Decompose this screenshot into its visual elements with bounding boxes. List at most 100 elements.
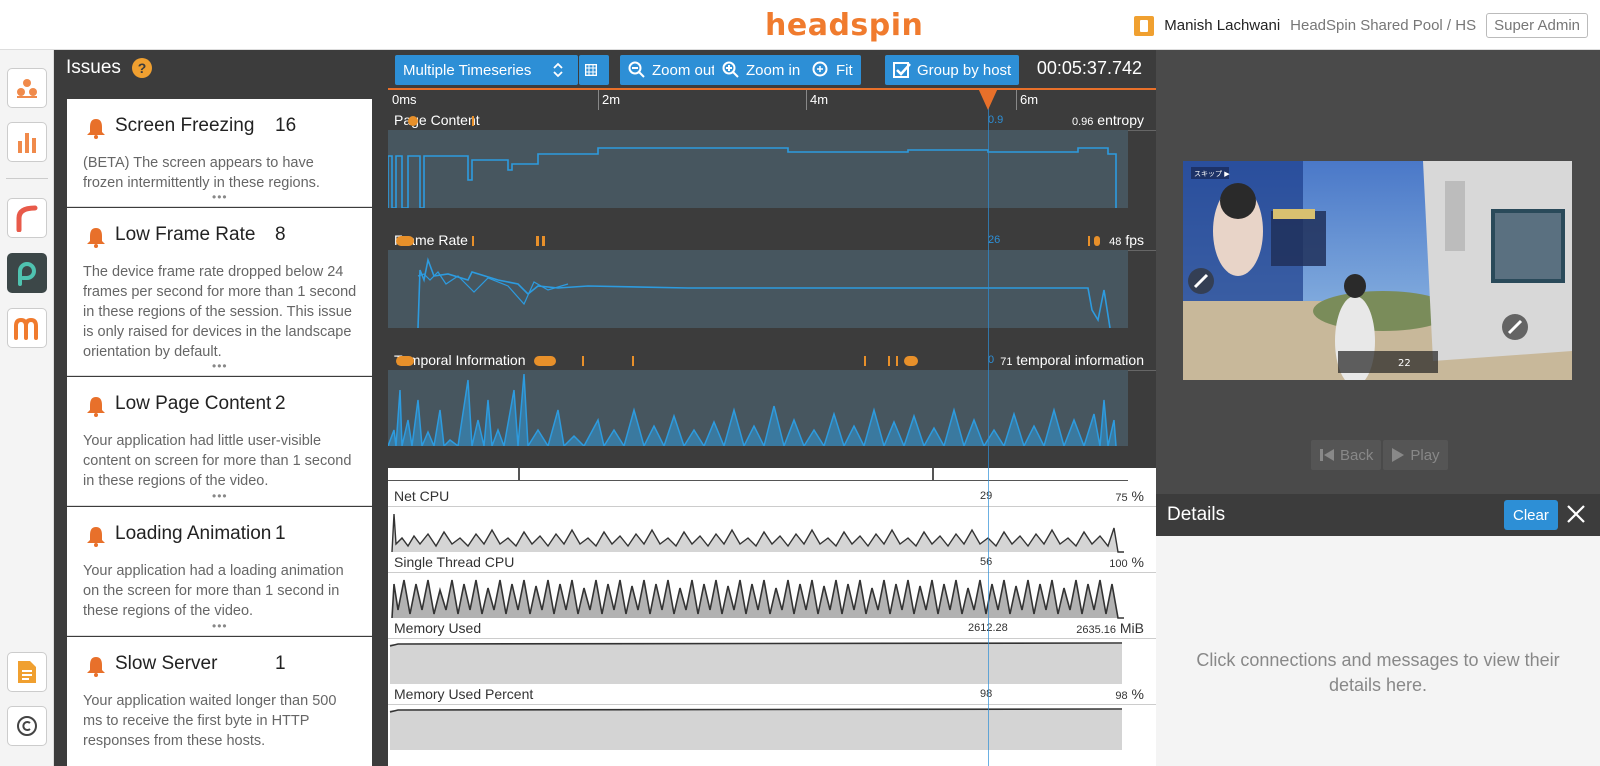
splitter-line <box>388 480 1128 481</box>
temporal-information-track[interactable]: Temporal Information 0 71 temporal infor… <box>388 350 1156 468</box>
user-name[interactable]: Manish Lachwani <box>1164 17 1280 34</box>
track-unit: MiB <box>1119 620 1144 636</box>
fit-button[interactable]: Fit <box>804 55 861 85</box>
timeseries-select-label: Multiple Timeseries <box>403 61 532 79</box>
issues-title: Issues <box>66 57 121 78</box>
temporal-information-series[interactable] <box>388 370 1156 446</box>
issue-card[interactable]: Low Frame Rate 8 The device frame rate d… <box>67 208 372 376</box>
issue-count: 16 <box>275 115 297 136</box>
details-body: Click connections and messages to view t… <box>1156 536 1600 766</box>
help-icon[interactable]: ? <box>132 58 152 78</box>
timeline-splitter[interactable] <box>388 468 1156 484</box>
issue-card[interactable]: Slow Server 1 Your application waited lo… <box>67 637 372 766</box>
zoom-out-label: Zoom out <box>652 61 716 79</box>
track-unit: fps <box>1125 232 1144 248</box>
zoom-out-button[interactable]: Zoom out <box>620 55 724 85</box>
bell-icon <box>87 397 105 417</box>
group-by-host-label: Group by host <box>917 61 1012 79</box>
tick-line <box>598 90 599 110</box>
track-cursor-value: 0.9 <box>988 114 1004 126</box>
track-cursor-value: 29 <box>980 490 993 502</box>
track-label: Memory Used Percent <box>394 686 534 702</box>
apps-icon[interactable] <box>7 68 47 108</box>
close-icon[interactable] <box>1564 502 1588 526</box>
issue-card[interactable]: Screen Freezing 16 (BETA) The screen app… <box>67 99 372 207</box>
top-bar: headspin Manish Lachwani HeadSpin Shared… <box>0 0 1600 50</box>
copyright-icon[interactable] <box>7 706 47 746</box>
m-icon[interactable] <box>7 308 47 348</box>
user-avatar-icon[interactable] <box>1134 15 1155 36</box>
back-button[interactable]: Back <box>1311 440 1382 470</box>
timeline-cursor-handle[interactable] <box>978 88 998 110</box>
checkbox-checked-icon <box>893 62 911 78</box>
play-icon <box>1392 448 1405 462</box>
timeline-cursor-line[interactable] <box>988 88 989 766</box>
more-icon[interactable]: ••• <box>212 190 228 204</box>
group-by-host-toggle[interactable]: Group by host <box>885 55 1020 85</box>
waterfall-icon[interactable] <box>7 198 47 238</box>
memory-used-percent-track[interactable]: Memory Used Percent 98 98 % <box>388 686 1156 752</box>
page-content-track[interactable]: Page Content 0.9 0.96 entropy <box>388 110 1156 230</box>
issue-description: The device frame rate dropped below 24 f… <box>83 264 357 360</box>
issue-card[interactable]: Loading Animation 1 Your application had… <box>67 507 372 636</box>
details-empty-message: Click connections and messages to view t… <box>1196 650 1560 695</box>
track-max-value: 0.96 <box>1071 116 1094 128</box>
track-max-value: 100 <box>1109 558 1128 570</box>
user-area: Manish Lachwani HeadSpin Shared Pool / H… <box>1134 13 1588 38</box>
issue-markers <box>396 356 918 366</box>
frame-rate-track[interactable]: Frame Rate 26 48 fps <box>388 230 1156 350</box>
timeseries-select[interactable]: Multiple Timeseries <box>395 55 578 85</box>
memory-used-track[interactable]: Memory Used 2612.28 2635.16 MiB <box>388 620 1156 686</box>
single-thread-cpu-series <box>390 574 1124 620</box>
grid-view-button[interactable] <box>579 55 609 85</box>
page-content-series <box>388 130 1128 208</box>
details-title: Details <box>1167 504 1226 525</box>
grid-icon <box>585 64 597 76</box>
track-unit: % <box>1131 554 1144 570</box>
clear-button[interactable]: Clear <box>1504 500 1558 530</box>
zoom-in-label: Zoom in <box>746 61 801 79</box>
analytics-icon[interactable] <box>7 122 47 162</box>
issues-list: Screen Freezing 16 (BETA) The screen app… <box>54 88 388 766</box>
issue-title: Low Page Content <box>115 393 272 414</box>
time-ruler[interactable]: 0ms 2m 4m 6m <box>388 88 1156 110</box>
single-thread-cpu-track[interactable]: Single Thread CPU 56 100 % <box>388 554 1156 620</box>
track-cursor-value: 56 <box>980 556 993 568</box>
game-screenshot: 22 スキップ ▶ <box>1183 161 1572 380</box>
performance-icon[interactable] <box>7 253 47 293</box>
frame-rate-series <box>388 250 1128 328</box>
tick-label: 6m <box>1020 92 1039 107</box>
issue-count: 1 <box>275 523 286 544</box>
ammo-count: 22 <box>1398 358 1411 369</box>
issue-title: Loading Animation <box>115 523 272 544</box>
pool-name[interactable]: HeadSpin Shared Pool / HS <box>1290 17 1476 34</box>
play-button[interactable]: Play <box>1383 440 1448 470</box>
track-max-value: 98 <box>1115 690 1128 702</box>
more-icon[interactable]: ••• <box>212 359 228 373</box>
issue-card[interactable]: Low Page Content 2 Your application had … <box>67 377 372 506</box>
net-cpu-track[interactable]: Net CPU 29 75 % <box>388 488 1156 554</box>
headspin-logo[interactable]: headspin <box>765 8 923 43</box>
track-max: 2635.16 MiB <box>1076 620 1144 636</box>
timeline[interactable]: 0ms 2m 4m 6m Page Content 0.9 0.96 entro… <box>388 88 1156 766</box>
track-max: 0.96 entropy <box>1072 112 1144 128</box>
more-icon[interactable]: ••• <box>212 619 228 633</box>
issue-title: Slow Server <box>115 653 218 674</box>
track-cursor-value: 98 <box>980 688 993 700</box>
more-icon[interactable]: ••• <box>212 489 228 503</box>
issue-description: Your application waited longer than 500 … <box>83 693 337 749</box>
video-panel: 22 スキップ ▶ Back Play <box>1156 50 1600 494</box>
role-badge[interactable]: Super Admin <box>1486 13 1588 38</box>
bell-icon <box>87 657 105 677</box>
tick-label: 2m <box>602 92 621 107</box>
video-frame[interactable]: 22 スキップ ▶ <box>1183 161 1572 380</box>
notes-icon[interactable] <box>7 652 47 692</box>
fit-icon <box>812 61 828 77</box>
net-cpu-series <box>390 508 1124 554</box>
memory-used-series <box>389 642 1123 684</box>
bell-icon <box>87 527 105 547</box>
track-max: 100 % <box>1109 554 1144 570</box>
track-max-value: 75 <box>1115 492 1128 504</box>
splitter-handle <box>932 468 934 480</box>
zoom-in-button[interactable]: Zoom in <box>714 55 809 85</box>
